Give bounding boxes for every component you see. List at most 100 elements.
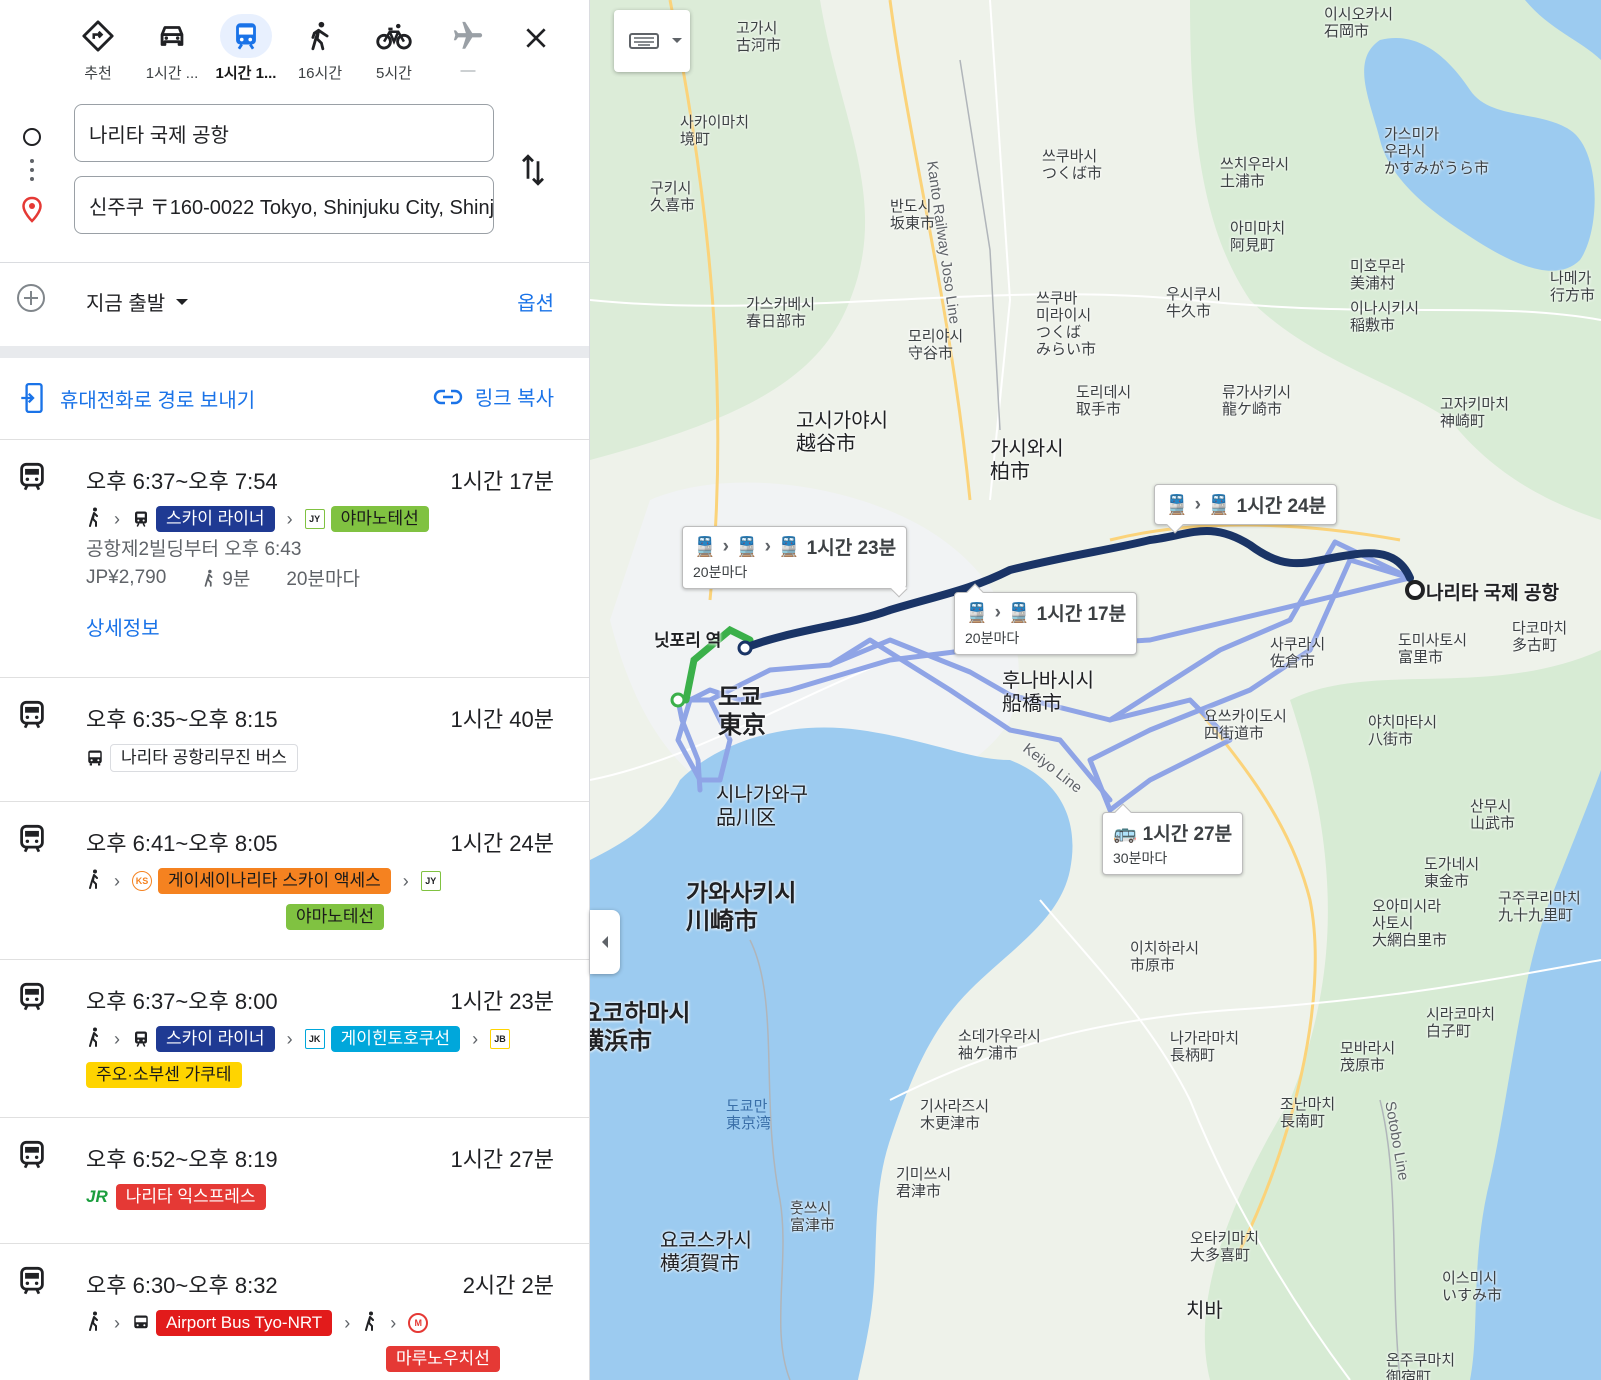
- place-text: 류가사키시 龍ケ崎市: [1222, 384, 1292, 418]
- station-label[interactable]: 닛포리 역: [654, 632, 721, 649]
- place-label-sodegaura: 소데가우라시 袖ケ浦市: [958, 1028, 1041, 1062]
- chevron-right-icon: ›: [402, 870, 409, 891]
- route-option-3[interactable]: 오후 6:41~오후 8:05 1시간 24분 › KS 게이세이나리타 스카이…: [0, 802, 589, 960]
- place-label-onjuku: 온주쿠마치 御宿町: [1386, 1352, 1455, 1380]
- route-meta: JP¥2,790 9분 20분마다: [86, 564, 360, 591]
- place-text: 치바: [1186, 1300, 1223, 1322]
- mode-transit[interactable]: 1시간 1...: [206, 14, 286, 83]
- map-canvas[interactable]: 도쿄 東京 시나가와구 品川区 가와사키시 川崎市 요코하마시 横浜市 후나바시…: [590, 0, 1601, 1380]
- route-callout[interactable]: 🚆 › 🚆 › 🚆 1시간 23분 20분마다: [682, 526, 908, 598]
- route-duration: 1시간 17분: [450, 469, 554, 494]
- place-text: 사카이마치 境町: [680, 114, 750, 148]
- details-link[interactable]: 상세정보: [86, 612, 160, 641]
- place-label-sanmu: 산무시 山武市: [1470, 798, 1515, 832]
- walk-icon: [86, 1027, 102, 1052]
- keyboard-shortcuts-button[interactable]: [614, 10, 690, 72]
- place-label-togane: 도가네시 東金市: [1424, 856, 1479, 890]
- route-option-4[interactable]: 오후 6:37~오후 8:00 1시간 23분 › 스카이 라이너 › JK 게…: [0, 960, 589, 1118]
- place-label-chonan: 조난마치 長南町: [1280, 1096, 1335, 1130]
- place-text: 소데가우라시 袖ケ浦市: [958, 1028, 1041, 1062]
- place-label-miho: 미호무라 美浦村: [1350, 258, 1405, 292]
- callout-frequency: 20분마다: [965, 630, 1020, 646]
- destination-input[interactable]: 신주쿠 〒160-0022 Tokyo, Shinjuku City, Shin…: [74, 176, 494, 234]
- route-option-5[interactable]: 오후 6:52~오후 8:19 1시간 27분 JR 나리타 익스프레스: [0, 1118, 589, 1244]
- keyboard-icon: [629, 33, 659, 49]
- place-text: 이나시키시 稲敷市: [1350, 300, 1420, 334]
- train-icon: 🚆: [735, 536, 759, 558]
- line-badge: Airport Bus Tyo-NRT: [156, 1310, 333, 1336]
- place-text: 기미쓰시 君津市: [896, 1166, 952, 1200]
- depart-label: 지금 출발: [86, 293, 166, 315]
- route-walk-time: 9분: [222, 569, 251, 590]
- route-callout[interactable]: 🚆 › 🚆 1시간 24분: [1154, 484, 1338, 534]
- send-to-phone-button[interactable]: 휴대전화로 경로 보내기: [20, 382, 255, 414]
- depart-now-dropdown[interactable]: 지금 출발: [86, 287, 189, 316]
- destination-label[interactable]: 나리타 국제 공항: [1426, 578, 1559, 605]
- options-button[interactable]: 옵션: [517, 287, 554, 316]
- place-label-koga: 고가시 古河市: [736, 20, 781, 54]
- line-code-icon: M: [408, 1313, 429, 1333]
- route-steps: JR 나리타 익스프레스: [86, 1184, 556, 1210]
- jr-logo-icon: JR: [86, 1187, 108, 1206]
- place-label-moriya: 모리야시 守谷市: [908, 328, 963, 362]
- train-icon: [220, 14, 272, 58]
- line-badge: 마루노우치선: [386, 1346, 500, 1372]
- place-label-namegata: 나메가 行方市: [1550, 270, 1595, 304]
- place-text: 조난마치 長南町: [1280, 1096, 1336, 1130]
- mode-bike[interactable]: 5시간: [354, 14, 434, 83]
- mode-recommended[interactable]: 추천: [58, 14, 138, 83]
- train-icon: 🚆: [1207, 494, 1231, 516]
- train-icon: 🚆: [693, 536, 717, 558]
- route-option-2[interactable]: 오후 6:35~오후 8:15 1시간 40분 나리타 공항리무진 버스: [0, 678, 589, 802]
- add-stop-button[interactable]: [16, 283, 46, 313]
- place-text: 가와사키시 川崎市: [686, 880, 797, 935]
- train-icon: [18, 462, 46, 497]
- route-option-6[interactable]: 오후 6:30~오후 8:32 2시간 2분 › Airport Bus Tyo…: [0, 1244, 589, 1380]
- chevron-right-icon: ›: [286, 1028, 293, 1049]
- train-icon: [18, 1266, 46, 1301]
- mode-walk[interactable]: 16시간: [280, 14, 360, 83]
- place-label-shirako: 시라코마치 白子町: [1426, 1006, 1495, 1040]
- line-badge: 야마노테선: [330, 506, 429, 532]
- place-label-koshigaya: 고시가야시 越谷市: [796, 410, 888, 456]
- place-label-kimitsu: 기미쓰시 君津市: [896, 1166, 951, 1200]
- route-steps: › KS 게이세이나리타 스카이 액세스 › JY 야마노테선: [86, 868, 556, 930]
- place-label-sakai: 사카이마치 境町: [680, 114, 749, 148]
- train-icon: 🚆: [1007, 602, 1031, 624]
- mode-label: 추천: [84, 65, 112, 82]
- walk-icon: [204, 569, 213, 587]
- line-code-icon: JK: [304, 1029, 325, 1049]
- swap-button[interactable]: [518, 152, 548, 193]
- chevron-right-icon: ›: [994, 601, 1001, 623]
- place-text: 구주쿠리마치 九十九里町: [1498, 890, 1581, 924]
- walk-icon: [86, 869, 102, 894]
- copy-link-button[interactable]: 링크 복사: [433, 382, 554, 411]
- place-text: 오타키마치 大多喜町: [1190, 1230, 1260, 1264]
- close-directions-button[interactable]: [518, 20, 554, 56]
- route-callout[interactable]: 🚌 1시간 27분 30분마다: [1102, 803, 1244, 875]
- place-label-futtsu: 훗쓰시 富津市: [790, 1200, 835, 1234]
- route-callout[interactable]: 🚆 › 🚆 1시간 17분 20분마다: [954, 583, 1138, 655]
- place-label-tako: 다코마치 多古町: [1512, 620, 1567, 654]
- mode-flight[interactable]: —: [428, 14, 508, 79]
- place-label-ushiku: 우시쿠시 牛久市: [1166, 286, 1221, 320]
- train-icon: [18, 982, 46, 1017]
- mode-drive[interactable]: 1시간 ...: [132, 14, 212, 83]
- route-option-1[interactable]: 오후 6:37~오후 7:54 1시간 17분 › 스카이 라이너 › JY 야…: [0, 440, 589, 678]
- collapse-panel-button[interactable]: [590, 910, 620, 974]
- bus-icon: [86, 749, 104, 767]
- bus-icon: 🚌: [1113, 822, 1137, 844]
- travel-mode-bar: 추천 1시간 ... 1시간 1... 16시간 5시간 —: [60, 14, 580, 84]
- directions-icon: [72, 14, 124, 58]
- caret-down-icon: [176, 298, 189, 305]
- route-duration: 1시간 23분: [450, 989, 554, 1014]
- share-row: 휴대전화로 경로 보내기 링크 복사: [0, 358, 589, 440]
- place-text: 야치마타시 八街市: [1368, 714, 1438, 748]
- place-text: 시라코마치 白子町: [1426, 1006, 1496, 1040]
- place-label-yokohama: 요코하마시 横浜市: [590, 1000, 690, 1056]
- origin-input[interactable]: 나리타 국제 공항: [74, 104, 494, 162]
- place-label-ichihara: 이치하라시 市原市: [1130, 940, 1199, 974]
- route-frequency: 20분마다: [286, 569, 360, 590]
- send-to-phone-label: 휴대전화로 경로 보내기: [60, 389, 256, 412]
- route-times: 오후 6:41~오후 8:05: [86, 831, 278, 856]
